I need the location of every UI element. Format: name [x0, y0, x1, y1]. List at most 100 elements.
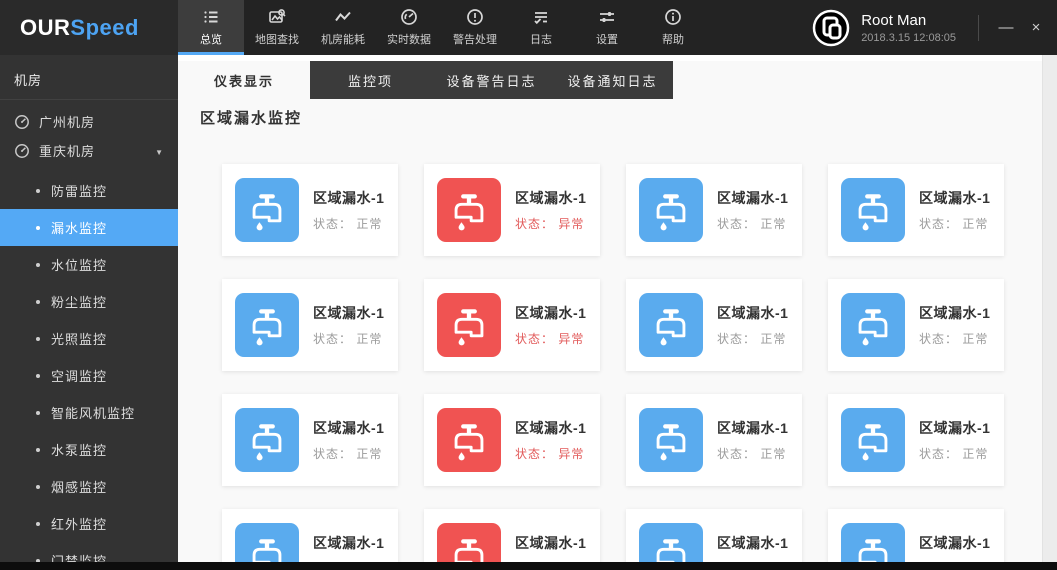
nav-item[interactable]: 日志 — [508, 0, 574, 55]
device-title: 区域漏水-1 — [717, 303, 788, 323]
device-status: 状态： 异常 — [515, 445, 586, 462]
log-icon — [532, 8, 550, 26]
card-text: 区域漏水-1 状态： 异常 — [515, 188, 586, 232]
sidebar-monitor-item[interactable]: 光照监控 — [0, 320, 178, 357]
content-tab[interactable]: 设备通知日志 — [552, 61, 673, 99]
content-tab[interactable]: 监控项 — [310, 61, 431, 99]
faucet-icon — [639, 178, 703, 242]
device-title: 区域漏水-1 — [515, 188, 586, 208]
card-text: 区域漏水-1 状态： 异常 — [515, 533, 586, 562]
status-value: 正常 — [962, 217, 988, 231]
sidebar-room-item[interactable]: 广州机房 — [0, 107, 178, 136]
device-card[interactable]: 区域漏水-1 状态： 异常 — [424, 394, 600, 486]
device-title: 区域漏水-1 — [515, 533, 586, 553]
sidebar-monitor-item[interactable]: 水泵监控 — [0, 431, 178, 468]
device-card[interactable]: 区域漏水-1 状态： 正常 — [626, 279, 802, 371]
sidebar-monitor-item[interactable]: 烟感监控 — [0, 468, 178, 505]
user-datetime: 2018.3.15 12:08:05 — [861, 32, 956, 44]
minimize-button[interactable]: — — [991, 0, 1021, 55]
faucet-icon — [639, 408, 703, 472]
nav-item[interactable]: 实时数据 — [376, 0, 442, 55]
status-value: 正常 — [760, 217, 786, 231]
device-card[interactable]: 区域漏水-1 状态： 正常 — [222, 164, 398, 256]
sidebar-monitor-item[interactable]: 粉尘监控 — [0, 283, 178, 320]
device-status: 状态： 异常 — [515, 330, 586, 347]
chevron-down-icon — [155, 144, 164, 157]
content-tab[interactable]: 仪表显示 — [178, 61, 310, 99]
close-button[interactable]: × — [1021, 0, 1051, 55]
nav-item[interactable]: 帮助 — [640, 0, 706, 55]
device-card[interactable]: 区域漏水-1 状态： 异常 — [424, 279, 600, 371]
device-card[interactable]: 区域漏水-1 状态： 正常 — [828, 279, 1004, 371]
sidebar-monitor-item[interactable]: 红外监控 — [0, 505, 178, 542]
content-tab[interactable]: 设备警告日志 — [431, 61, 552, 99]
help-icon — [664, 8, 682, 26]
device-card[interactable]: 区域漏水-1 状态： 正常 — [222, 394, 398, 486]
user-meta: Root Man 2018.3.15 12:08:05 — [861, 12, 956, 44]
nav-item[interactable]: 警告处理 — [442, 0, 508, 55]
device-card[interactable]: 区域漏水-1 状态： 正常 — [828, 164, 1004, 256]
device-card[interactable]: 区域漏水-1 状态： 正常 — [222, 279, 398, 371]
nav-item[interactable]: 机房能耗 — [310, 0, 376, 55]
device-title: 区域漏水-1 — [313, 418, 384, 438]
status-value: 正常 — [356, 332, 382, 346]
gauge-icon — [14, 143, 30, 159]
sidebar-monitor-item[interactable]: 水位监控 — [0, 246, 178, 283]
device-card[interactable]: 区域漏水-1 状态： 正常 — [222, 509, 398, 562]
sidebar-room-item[interactable]: 重庆机房 — [0, 136, 178, 165]
tab-label: 仪表显示 — [214, 71, 274, 90]
device-status: 状态： 正常 — [313, 215, 384, 232]
status-value: 正常 — [962, 447, 988, 461]
device-card[interactable]: 区域漏水-1 状态： 异常 — [424, 164, 600, 256]
device-title: 区域漏水-1 — [919, 533, 990, 553]
list-icon — [202, 8, 220, 26]
bullet-icon — [36, 189, 40, 193]
vertical-scrollbar[interactable] — [1042, 55, 1057, 562]
nav-item[interactable]: 总览 — [178, 0, 244, 55]
device-card[interactable]: 区域漏水-1 状态： 正常 — [626, 509, 802, 562]
device-title: 区域漏水-1 — [313, 188, 384, 208]
nav-item-label: 帮助 — [662, 31, 684, 47]
status-value: 异常 — [558, 332, 584, 346]
tab-bar: 仪表显示 监控项 设备警告日志 设备通知日志 — [178, 61, 1043, 99]
sidebar-monitor-item[interactable]: 空调监控 — [0, 357, 178, 394]
nav-item[interactable]: 设置 — [574, 0, 640, 55]
user-avatar[interactable] — [812, 9, 850, 47]
device-card[interactable]: 区域漏水-1 状态： 正常 — [828, 509, 1004, 562]
faucet-icon — [235, 523, 299, 562]
sidebar-monitor-item[interactable]: 智能风机监控 — [0, 394, 178, 431]
bullet-icon — [36, 522, 40, 526]
bullet-icon — [36, 337, 40, 341]
monitor-item-label: 光照监控 — [51, 329, 107, 348]
device-card[interactable]: 区域漏水-1 状态： 正常 — [626, 164, 802, 256]
status-label: 状态： — [313, 332, 352, 346]
bullet-icon — [36, 485, 40, 489]
device-card[interactable]: 区域漏水-1 状态： 正常 — [626, 394, 802, 486]
nav-item[interactable]: 地图查找 — [244, 0, 310, 55]
status-value: 正常 — [356, 447, 382, 461]
device-status: 状态： 正常 — [313, 445, 384, 462]
top-nav: 总览 地图查找 机房能耗 实时数据 警告处理 — [178, 0, 706, 55]
monitor-item-label: 水泵监控 — [51, 440, 107, 459]
bullet-icon — [36, 411, 40, 415]
device-status: 状态： 正常 — [919, 215, 990, 232]
device-card[interactable]: 区域漏水-1 状态： 正常 — [828, 394, 1004, 486]
status-value: 异常 — [558, 447, 584, 461]
sidebar-monitor-item[interactable]: 防雷监控 — [0, 172, 178, 209]
card-text: 区域漏水-1 状态： 正常 — [919, 533, 990, 562]
card-text: 区域漏水-1 状态： 正常 — [313, 188, 384, 232]
user-box: Root Man 2018.3.15 12:08:05 — × — [812, 0, 1057, 55]
status-label: 状态： — [313, 447, 352, 461]
bullet-icon — [36, 226, 40, 230]
tab-label: 设备通知日志 — [567, 71, 657, 90]
main-content: 仪表显示 监控项 设备警告日志 设备通知日志 区域漏水监控 — [178, 55, 1057, 562]
faucet-icon — [841, 293, 905, 357]
monitor-item-label: 防雷监控 — [51, 181, 107, 200]
device-card[interactable]: 区域漏水-1 状态： 异常 — [424, 509, 600, 562]
sidebar: 机房 广州机房 重庆机房 防雷监控 漏水监控 — [0, 55, 178, 562]
card-text: 区域漏水-1 状态： 正常 — [919, 418, 990, 462]
tab-label: 设备警告日志 — [446, 71, 536, 90]
sidebar-monitor-item[interactable]: 门禁监控 — [0, 542, 178, 562]
sidebar-monitor-item[interactable]: 漏水监控 — [0, 209, 178, 246]
status-value: 正常 — [760, 332, 786, 346]
